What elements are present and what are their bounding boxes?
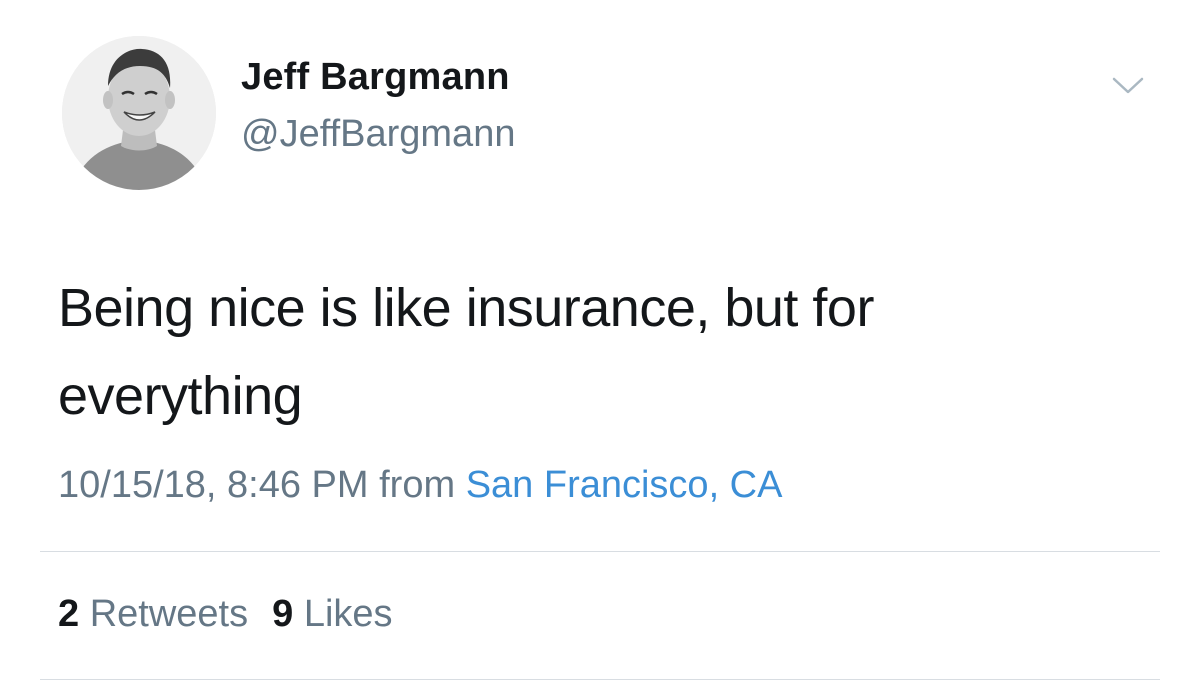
retweets-stat[interactable]: 2 Retweets bbox=[58, 593, 248, 635]
tweet-text: Being nice is like insurance, but for ev… bbox=[58, 278, 874, 426]
chevron-down-icon[interactable] bbox=[1108, 70, 1148, 100]
tweet-timestamp[interactable]: 10/15/18, 8:46 PM bbox=[58, 464, 369, 506]
avatar-photo bbox=[62, 36, 216, 190]
user-handle[interactable]: @JeffBargmann bbox=[241, 113, 515, 156]
display-name[interactable]: Jeff Bargmann bbox=[241, 56, 510, 99]
likes-count: 9 bbox=[272, 593, 294, 635]
tweet-stats: 2 Retweets 9 Likes bbox=[58, 593, 393, 636]
tweet: Jeff Bargmann @JeffBargmann Being nice i… bbox=[0, 0, 1200, 687]
from-label: from bbox=[379, 464, 456, 506]
likes-label: Likes bbox=[303, 593, 393, 635]
divider bbox=[40, 679, 1160, 680]
divider bbox=[40, 551, 1160, 552]
avatar[interactable] bbox=[62, 36, 216, 190]
tweet-meta: 10/15/18, 8:46 PM from San Francisco, CA bbox=[58, 464, 782, 507]
likes-stat[interactable]: 9 Likes bbox=[272, 593, 392, 635]
retweets-label: Retweets bbox=[89, 593, 249, 635]
tweet-location-link[interactable]: San Francisco, CA bbox=[466, 464, 783, 506]
retweets-count: 2 bbox=[58, 593, 80, 635]
